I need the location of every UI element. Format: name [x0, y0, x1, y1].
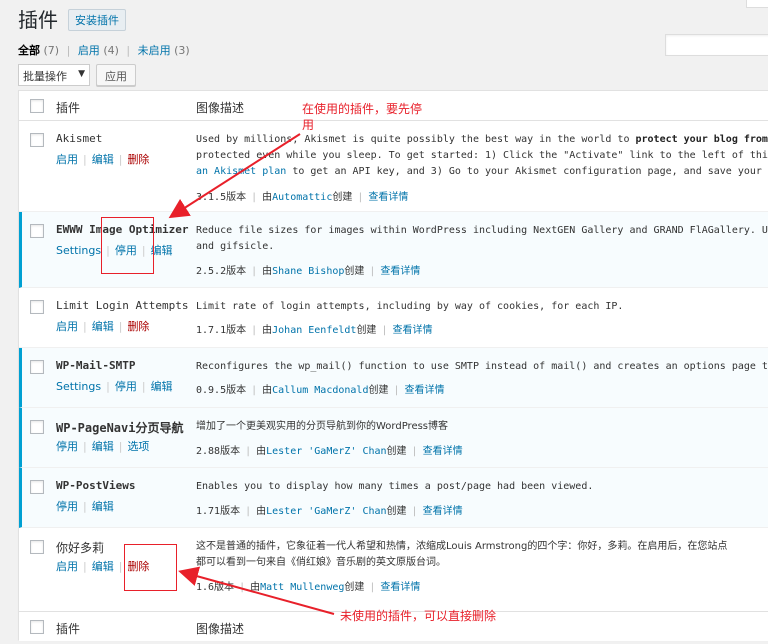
plugin-description: Reconfigures the wp_mail() function to u… [196, 361, 768, 372]
chevron-down-icon: ▼ [78, 69, 85, 79]
plugin-checkbox[interactable] [30, 133, 44, 147]
apply-button[interactable]: 应用 [96, 64, 136, 86]
annotation-box-deactivate [101, 217, 154, 274]
activate-link[interactable]: 启用 [56, 153, 78, 166]
desc-bold-text: protect your blog from spam. [635, 134, 768, 145]
page-header: 插件 安装插件 [18, 4, 126, 33]
plugin-row-limit-login-attempts: Limit Login Attempts 启用 | 编辑 | 删除 Limit rate… [19, 288, 768, 348]
select-all-checkbox-footer[interactable] [30, 620, 44, 634]
view-details-link[interactable]: 查看详情 [423, 506, 463, 517]
edit-link[interactable]: 编辑 [151, 380, 173, 393]
activate-link[interactable]: 启用 [56, 320, 78, 333]
bulk-action-select[interactable]: 批量操作 ▼ [18, 64, 90, 86]
filter-inactive-count: (3) [174, 44, 190, 57]
plugin-row-wp-mail-smtp: WP-Mail-SMTP Settings | 停用 | 编辑 Reconfigures… [19, 348, 768, 408]
plugin-status-filters: 全部 (7) | 启用 (4) | 未启用 (3) [18, 42, 190, 58]
view-details-link[interactable]: 查看详情 [405, 385, 445, 396]
plugin-checkbox[interactable] [30, 540, 44, 554]
plugin-row-wp-postviews: WP-PostViews 停用 | 编辑 Enables you to displa… [19, 468, 768, 528]
activate-link[interactable]: 启用 [56, 560, 78, 573]
author-link[interactable]: Callum Macdonald [272, 385, 368, 396]
annotation-bottom-note: 未使用的插件，可以直接删除 [340, 609, 497, 623]
filter-active-count: (4) [103, 44, 119, 57]
author-link[interactable]: Johan Eenfeldt [272, 325, 356, 336]
delete-link[interactable]: 删除 [127, 320, 149, 333]
settings-link[interactable]: Settings [56, 244, 101, 257]
column-header-plugin[interactable]: 插件 [56, 99, 80, 116]
screen-options-tab[interactable] [746, 0, 768, 8]
view-details-link[interactable]: 查看详情 [368, 192, 408, 203]
edit-link[interactable]: 编辑 [92, 320, 114, 333]
filter-all[interactable]: 全部 [18, 44, 40, 57]
column-footer-description: 图像描述 [196, 622, 245, 636]
plugin-name: Limit Login Attempts [56, 299, 189, 312]
plugin-actions: 停用 | 编辑 | 选项 [56, 440, 150, 453]
author-link[interactable]: Shane Bishop [272, 266, 344, 277]
author-link[interactable]: Lester 'GaMerZ' Chan [266, 446, 386, 457]
plugin-description: Enables you to display how many times a … [196, 481, 594, 492]
plugin-description: Used by millions, Akismet is quite possi… [196, 132, 768, 180]
plugin-checkbox[interactable] [30, 224, 44, 238]
filter-all-count: (7) [43, 44, 60, 57]
plugin-row-wp-pagenavi: WP-PageNavi分页导航 停用 | 编辑 | 选项 增加了一个更美观实用的分页导航… [19, 408, 768, 468]
plugin-meta: 3.1.5版本 | 由Automattic创建 | 查看详情 [196, 192, 409, 203]
view-details-link[interactable]: 查看详情 [392, 325, 432, 336]
options-link[interactable]: 选项 [127, 440, 149, 453]
plugin-row-akismet: Akismet 启用 | 编辑 | 删除 Used by millions, Akism… [19, 121, 768, 212]
filter-separator: | [126, 44, 131, 57]
settings-link[interactable]: Settings [56, 380, 101, 393]
plugin-name: Akismet [56, 132, 103, 145]
author-link[interactable]: Automattic [272, 192, 332, 203]
deactivate-link[interactable]: 停用 [56, 440, 78, 453]
edit-link[interactable]: 编辑 [92, 153, 114, 166]
plugin-meta: 2.88版本 | 由Lester 'GaMerZ' Chan创建 | 查看详情 [196, 446, 463, 457]
plugin-description: Reduce file sizes for images within Word… [196, 225, 768, 252]
plugin-meta: 0.9.5版本 | 由Callum Macdonald创建 | 查看详情 [196, 385, 445, 396]
edit-link[interactable]: 编辑 [92, 440, 114, 453]
plugin-meta: 1.6版本 | 由Matt Mullenweg创建 | 查看详情 [196, 582, 421, 593]
akismet-plan-link[interactable]: an Akismet plan [196, 166, 286, 177]
plugin-description: 增加了一个更美观实用的分页导航到你的WordPress博客 [196, 421, 449, 432]
author-link[interactable]: Lester 'GaMerZ' Chan [266, 506, 386, 517]
view-details-link[interactable]: 查看详情 [423, 446, 463, 457]
plugin-meta: 1.7.1版本 | 由Johan Eenfeldt创建 | 查看详情 [196, 325, 433, 336]
plugin-name: WP-PostViews [56, 479, 136, 492]
plugin-description: 这不是普通的插件，它象征着一代人希望和热情，浓缩成Louis Armstrong… [196, 541, 728, 568]
filter-separator: | [66, 44, 71, 57]
plugin-actions: 启用 | 编辑 | 删除 [56, 320, 150, 333]
plugin-actions: 启用 | 编辑 | 删除 [56, 153, 150, 166]
plugin-actions: Settings | 停用 | 编辑 [56, 380, 173, 393]
deactivate-link[interactable]: 停用 [56, 500, 78, 513]
plugin-meta: 1.71版本 | 由Lester 'GaMerZ' Chan创建 | 查看详情 [196, 506, 463, 517]
plugin-meta: 2.5.2版本 | 由Shane Bishop创建 | 查看详情 [196, 266, 421, 277]
filter-inactive[interactable]: 未启用 [138, 44, 171, 57]
bulk-actions: 批量操作 ▼ 应用 [18, 64, 136, 86]
plugin-checkbox[interactable] [30, 300, 44, 314]
plugin-name: WP-Mail-SMTP [56, 359, 136, 372]
annotation-box-delete [124, 544, 177, 591]
page-title: 插件 [18, 8, 58, 32]
plugin-name: 你好多莉 [56, 541, 105, 555]
plugin-name: WP-PageNavi分页导航 [56, 421, 184, 435]
plugin-description: Limit rate of login attempts, including … [196, 301, 624, 312]
plugin-checkbox[interactable] [30, 420, 44, 434]
plugin-actions: 停用 | 编辑 [56, 500, 114, 513]
filter-active[interactable]: 启用 [78, 44, 100, 57]
add-new-plugin-button[interactable]: 安装插件 [68, 8, 126, 31]
search-plugins-input[interactable] [665, 34, 768, 56]
bulk-action-selected: 批量操作 [23, 70, 67, 83]
delete-link[interactable]: 删除 [127, 153, 149, 166]
select-all-checkbox[interactable] [30, 99, 44, 113]
author-link[interactable]: Matt Mullenweg [260, 582, 344, 593]
column-header-description: 图像描述 [196, 101, 245, 115]
edit-link[interactable]: 编辑 [92, 500, 114, 513]
deactivate-link[interactable]: 停用 [115, 380, 137, 393]
edit-link[interactable]: 编辑 [92, 560, 114, 573]
plugin-checkbox[interactable] [30, 480, 44, 494]
plugin-checkbox[interactable] [30, 360, 44, 374]
view-details-link[interactable]: 查看详情 [380, 266, 420, 277]
column-footer-plugin[interactable]: 插件 [56, 620, 80, 637]
annotation-top-note: 在使用的插件，要先停用 [302, 102, 423, 132]
view-details-link[interactable]: 查看详情 [380, 582, 420, 593]
